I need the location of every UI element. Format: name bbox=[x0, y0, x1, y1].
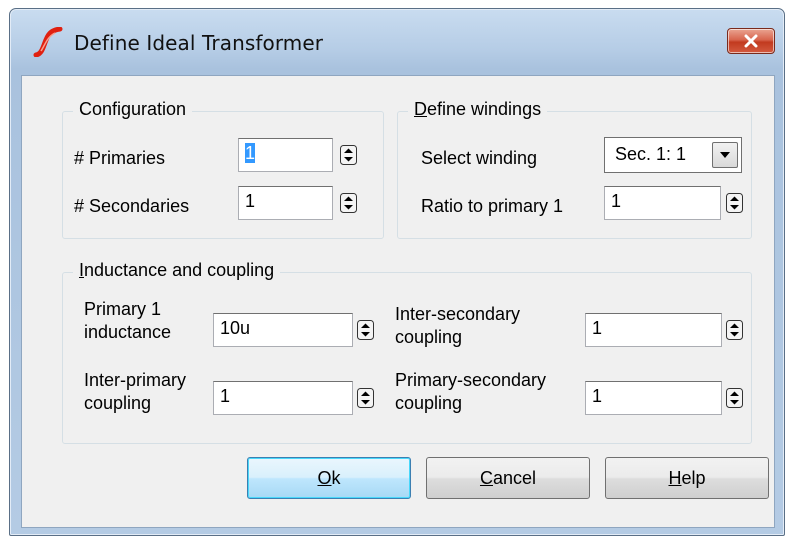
inter-secondary-input[interactable]: 1 bbox=[585, 313, 722, 347]
help-button[interactable]: Help bbox=[605, 457, 769, 499]
inter-primary-label: Inter-primary coupling bbox=[84, 370, 187, 413]
chevron-down-icon bbox=[720, 152, 730, 158]
primary-secondary-input[interactable]: 1 bbox=[585, 381, 722, 415]
ratio-input[interactable]: 1 bbox=[604, 186, 721, 220]
title-bar[interactable]: Define Ideal Transformer bbox=[10, 9, 784, 75]
inter-secondary-spin-icon[interactable] bbox=[726, 313, 743, 347]
ok-button[interactable]: Ok bbox=[247, 457, 411, 499]
inductance-heading: Inductance and coupling bbox=[73, 260, 281, 281]
inter-primary-input[interactable]: 1 bbox=[213, 381, 353, 415]
dialog-window: Define Ideal Transformer Configuration #… bbox=[9, 8, 785, 536]
primary-inductance-spin-icon[interactable] bbox=[357, 313, 374, 347]
secondaries-label: # Secondaries bbox=[74, 196, 190, 216]
primary-secondary-label: Primary-secondary coupling bbox=[395, 370, 547, 413]
secondaries-input[interactable]: 1 bbox=[238, 186, 333, 220]
primaries-spin-icon[interactable] bbox=[340, 138, 357, 172]
dropdown-button[interactable] bbox=[712, 142, 738, 168]
ratio-spin-icon[interactable] bbox=[726, 186, 743, 220]
primaries-input[interactable]: 1 bbox=[238, 138, 333, 172]
windings-heading: Define windings bbox=[408, 99, 548, 120]
primaries-label: # Primaries bbox=[74, 148, 166, 168]
ratio-label: Ratio to primary 1 bbox=[421, 196, 564, 216]
close-button[interactable] bbox=[727, 28, 775, 54]
inter-secondary-label: Inter-secondary coupling bbox=[395, 304, 521, 347]
simetrix-logo-icon bbox=[33, 27, 63, 57]
select-winding-label: Select winding bbox=[421, 148, 538, 168]
configuration-heading: Configuration bbox=[73, 99, 193, 120]
close-icon bbox=[744, 34, 758, 48]
configuration-group: Configuration bbox=[62, 99, 384, 239]
primary-inductance-label: Primary 1 inductance bbox=[84, 299, 172, 342]
select-winding-dropdown[interactable]: Sec. 1: 1 bbox=[604, 137, 742, 173]
window-title: Define Ideal Transformer bbox=[74, 31, 324, 55]
primary-secondary-spin-icon[interactable] bbox=[726, 381, 743, 415]
inter-primary-spin-icon[interactable] bbox=[357, 381, 374, 415]
primary-inductance-input[interactable]: 10u bbox=[213, 313, 353, 347]
dialog-body: Configuration # Primaries 1 # Secondarie… bbox=[21, 75, 775, 528]
secondaries-spin-icon[interactable] bbox=[340, 186, 357, 220]
cancel-button[interactable]: Cancel bbox=[426, 457, 590, 499]
